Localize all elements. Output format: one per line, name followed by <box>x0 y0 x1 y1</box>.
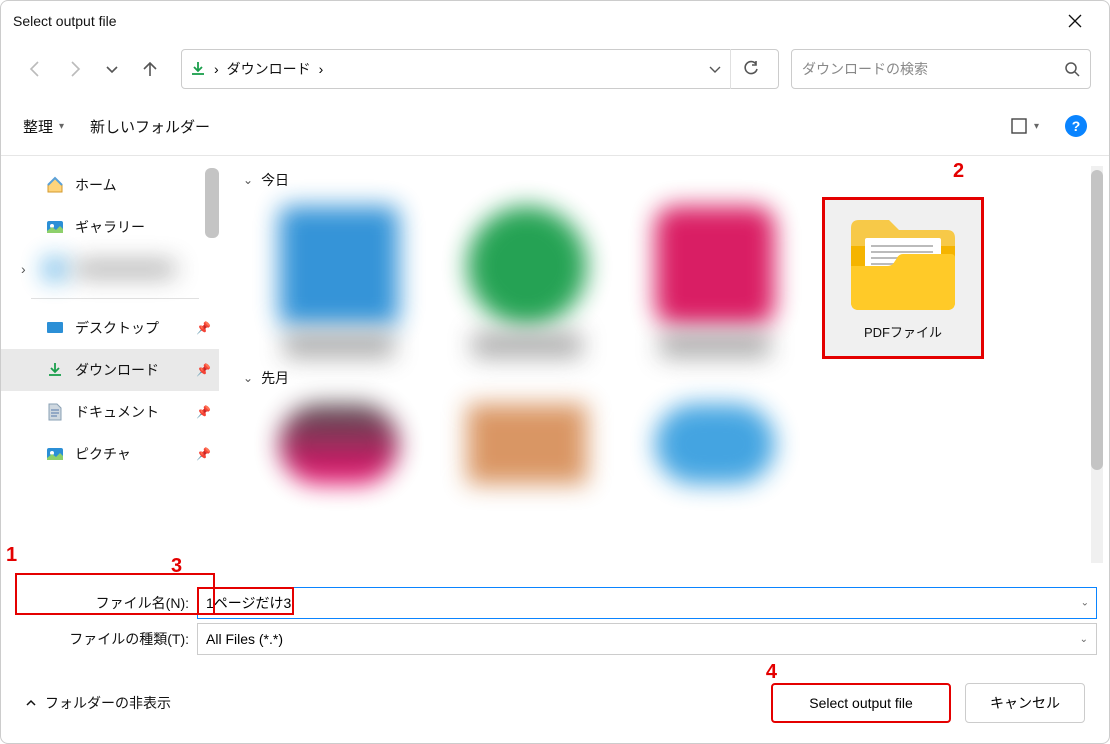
nav-row: › ダウンロード › ダウンロードの検索 <box>1 41 1109 97</box>
button-row: 4 フォルダーの非表示 Select output file キャンセル <box>13 683 1097 723</box>
breadcrumb-location[interactable]: ダウンロード <box>227 59 311 79</box>
file-tile-blurred[interactable] <box>447 198 607 358</box>
annotation-box-1 <box>15 573 215 615</box>
file-tile-blurred[interactable] <box>259 396 419 484</box>
content-scrollbar-track <box>1091 166 1103 563</box>
annotation-2: 2 <box>953 160 964 183</box>
up-button[interactable] <box>133 52 167 86</box>
filename-input[interactable] <box>197 587 1097 619</box>
sidebar-item-blurred[interactable] <box>1 248 219 290</box>
file-tile-blurred[interactable] <box>447 396 607 484</box>
sidebar-item-gallery[interactable]: ギャラリー <box>1 206 219 248</box>
file-tile-pdf-folder[interactable]: PDFファイル <box>823 198 983 358</box>
content-pane: 2 ⌄今日 PDFファイル <box>219 156 1109 573</box>
sidebar-item-desktop[interactable]: デスクトップ 📌 <box>1 307 219 349</box>
group-lastmonth: ⌄先月 <box>239 368 1089 484</box>
chevron-down-icon: ▾ <box>59 121 64 132</box>
pin-icon: 📌 <box>196 363 211 377</box>
search-placeholder: ダウンロードの検索 <box>802 59 928 79</box>
group-header-lastmonth[interactable]: ⌄先月 <box>243 368 1089 388</box>
title-bar: Select output file <box>1 1 1109 41</box>
chevron-down-icon <box>105 62 119 76</box>
forward-icon <box>65 60 83 78</box>
refresh-button[interactable] <box>730 49 770 89</box>
up-icon <box>141 60 159 78</box>
sidebar: ホーム ギャラリー デスクトップ 📌 ダウンロード 📌 ドキュメント 📌 <box>1 156 219 573</box>
sidebar-item-home[interactable]: ホーム <box>1 164 219 206</box>
new-folder-button[interactable]: 新しいフォルダー <box>90 116 210 137</box>
filetype-select[interactable]: All Files (*.*) ⌄ <box>197 623 1097 655</box>
blurred-icon <box>45 259 65 279</box>
view-icon <box>1010 117 1028 135</box>
pin-icon: 📌 <box>196 405 211 419</box>
sidebar-item-downloads[interactable]: ダウンロード 📌 <box>1 349 219 391</box>
refresh-icon <box>742 60 760 78</box>
filetype-label: ファイルの種類(T): <box>13 629 189 649</box>
file-label: PDFファイル <box>864 322 942 341</box>
window-title: Select output file <box>13 13 117 29</box>
sidebar-item-pictures[interactable]: ピクチャ 📌 <box>1 433 219 475</box>
chevron-down-icon: ⌄ <box>1080 634 1088 645</box>
chevron-down-icon: ⌄ <box>243 173 253 187</box>
file-tile-blurred[interactable] <box>635 396 795 484</box>
pin-icon: 📌 <box>196 321 211 335</box>
recent-dropdown[interactable] <box>95 52 129 86</box>
organize-button[interactable]: 整理 ▾ <box>23 116 64 137</box>
folder-icon <box>843 206 963 316</box>
toolbar: 整理 ▾ 新しいフォルダー ▾ ? <box>1 97 1109 155</box>
forward-button[interactable] <box>57 52 91 86</box>
download-icon <box>190 61 206 77</box>
save-button[interactable]: Select output file <box>771 683 951 723</box>
sidebar-divider <box>31 298 199 299</box>
back-icon <box>27 60 45 78</box>
main-area: 1 ホーム ギャラリー デスクトップ 📌 ダウンロード 📌 ドキュメン <box>1 155 1109 573</box>
address-bar[interactable]: › ダウンロード › <box>181 49 779 89</box>
chevron-down-icon: ⌄ <box>243 371 253 385</box>
desktop-icon <box>45 318 65 338</box>
separator-icon: › <box>214 61 219 77</box>
annotation-1: 1 <box>6 544 17 567</box>
close-button[interactable] <box>1053 1 1097 41</box>
chevron-down-icon: ▾ <box>1034 121 1039 132</box>
help-button[interactable]: ? <box>1065 115 1087 137</box>
pictures-icon <box>45 444 65 464</box>
back-button[interactable] <box>19 52 53 86</box>
hide-folders-button[interactable]: フォルダーの非表示 <box>25 693 171 713</box>
cancel-button[interactable]: キャンセル <box>965 683 1085 723</box>
annotation-4: 4 <box>766 661 777 684</box>
document-icon <box>45 402 65 422</box>
download-icon <box>45 360 65 380</box>
chevron-up-icon <box>25 697 37 709</box>
pin-icon: 📌 <box>196 447 211 461</box>
close-icon <box>1068 14 1082 28</box>
view-button[interactable]: ▾ <box>1010 117 1039 135</box>
file-tile-blurred[interactable] <box>635 198 795 358</box>
filetype-row: ファイルの種類(T): All Files (*.*) ⌄ <box>13 623 1097 655</box>
search-box[interactable]: ダウンロードの検索 <box>791 49 1091 89</box>
chevron-down-icon[interactable] <box>708 62 722 76</box>
sidebar-item-documents[interactable]: ドキュメント 📌 <box>1 391 219 433</box>
home-icon <box>45 175 65 195</box>
content-scrollbar[interactable] <box>1091 170 1103 470</box>
gallery-icon <box>45 217 65 237</box>
group-today: ⌄今日 PDFファイル <box>239 170 1089 358</box>
separator-icon: › <box>319 61 324 77</box>
file-tile-blurred[interactable] <box>259 198 419 358</box>
search-icon <box>1064 61 1080 77</box>
